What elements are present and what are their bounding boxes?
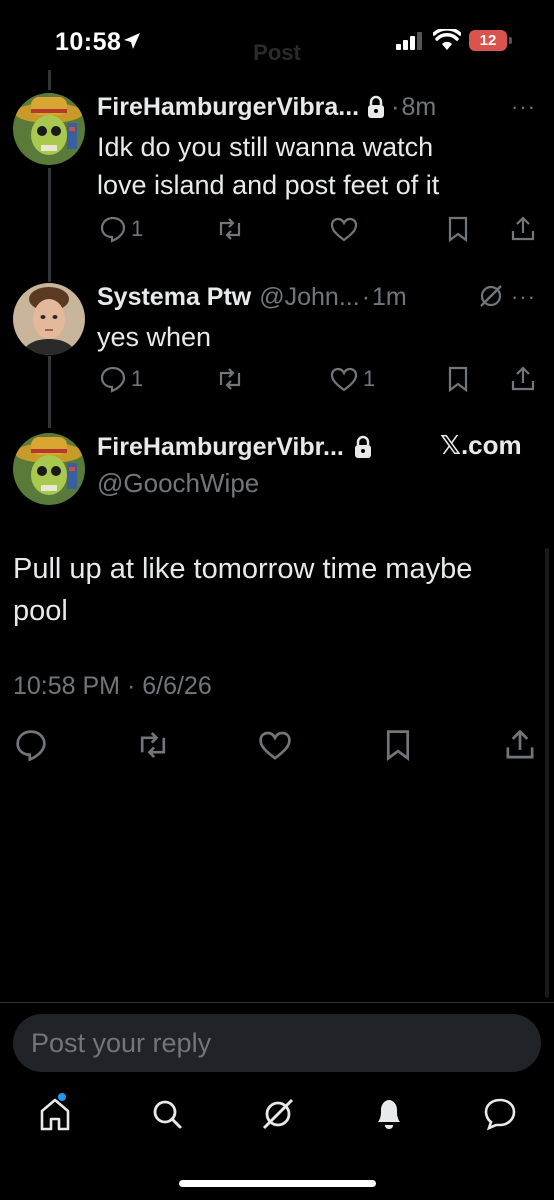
display-name[interactable]: Systema Ptw [97,283,251,312]
battery-indicator: 12 [469,30,507,51]
main-post: FireHamburgerVibr... 𝕏.com @GoochWipe [0,428,554,538]
share-icon[interactable] [503,728,537,762]
reply-button[interactable]: 1 [99,365,143,393]
reply-placeholder: Post your reply [31,1028,212,1058]
tab-search[interactable] [150,1095,184,1138]
source-watermark: 𝕏.com [440,430,522,460]
display-name[interactable]: FireHamburgerVibr... [97,433,344,462]
like-button[interactable] [329,215,363,243]
share-button[interactable] [509,365,537,393]
post-header: FireHamburgerVibr... [97,430,374,464]
reply-icon [100,216,126,243]
post-time[interactable]: 8m [401,93,436,122]
post-actions: 1 1 [97,365,547,399]
post-text: yes when [97,318,211,356]
avatar[interactable] [13,433,85,505]
battery-cap [509,37,512,44]
bookmark-icon[interactable] [382,728,414,762]
thread-post[interactable]: Systema Ptw @John... · 1m ··· yes when 1 [0,278,554,428]
grok-icon[interactable] [478,283,504,309]
grok-icon [262,1098,294,1130]
home-notification-dot [58,1093,66,1101]
heart-icon[interactable] [257,728,293,762]
like-count: 1 [363,366,376,391]
avatar[interactable] [13,93,85,165]
skull-avatar-icon [13,433,85,505]
post-text-line: yes when [97,322,212,352]
reply-input[interactable]: Post your reply [13,1014,541,1072]
lock-icon [354,435,371,458]
notifications-icon [378,1100,400,1129]
post-header: Systema Ptw @John... · 1m [97,280,407,314]
reply-button[interactable]: 1 [99,215,143,243]
bookmark-icon [448,366,468,393]
share-button[interactable] [509,215,537,243]
post-text-line: love island and post feet of it [97,170,440,200]
reply-icon [100,366,126,393]
post-time[interactable]: 1m [372,283,407,312]
repost-icon [219,368,241,390]
handle[interactable]: @John... [259,283,359,312]
wifi-icon [433,29,461,50]
more-options-icon[interactable]: ··· [511,284,536,310]
main-post-text: Pull up at like tomorrow time maybe pool [13,553,473,627]
tab-messages[interactable] [482,1095,518,1138]
bottom-tab-bar [0,1093,554,1145]
cellular-signal-icon [396,32,422,50]
post-text-line: Idk do you still wanna watch [97,132,434,162]
post-timestamp[interactable]: 10:58 PM · 6/6/26 [13,672,212,701]
bookmark-button[interactable] [445,215,471,243]
skull-avatar-icon [13,93,85,165]
thread-post[interactable]: FireHamburgerVibra... · 8m ··· Idk do yo… [0,88,554,258]
scrollbar[interactable] [545,548,549,998]
search-icon [153,1100,182,1129]
main-post-actions [0,728,554,764]
reply-icon[interactable] [14,728,48,762]
tab-home[interactable] [38,1093,72,1138]
post-actions: 1 [97,215,547,249]
tab-grok[interactable] [260,1095,296,1138]
reply-count: 1 [131,216,144,241]
divider [0,1002,554,1003]
display-name[interactable]: FireHamburgerVibra... [97,93,359,122]
home-icon [40,1098,70,1131]
repost-button[interactable] [215,365,249,393]
bookmark-button[interactable] [445,365,471,393]
like-button[interactable]: 1 [329,365,375,393]
messages-icon [484,1098,516,1131]
avatar[interactable] [13,283,85,355]
share-icon [511,216,535,241]
more-options-icon[interactable]: ··· [511,94,536,120]
home-indicator[interactable] [179,1180,376,1187]
post-separator: · [361,282,371,311]
person-avatar-icon [13,283,85,355]
repost-icon[interactable] [135,728,171,762]
post-header: FireHamburgerVibra... · 8m [97,90,436,124]
post-separator: · [391,92,400,121]
heart-icon [330,367,358,392]
thread-line-top [48,70,51,90]
share-icon [511,366,535,391]
lock-icon [368,95,385,118]
handle[interactable]: @GoochWipe [97,468,259,499]
status-bar: 10:58 Post 12 [0,0,554,80]
repost-icon [219,218,241,240]
post-text: Idk do you still wanna watch love island… [97,128,439,204]
reply-count: 1 [131,366,144,391]
bookmark-icon [448,216,468,243]
tab-notifications[interactable] [372,1095,406,1138]
heart-icon [330,217,358,242]
repost-button[interactable] [215,215,249,243]
